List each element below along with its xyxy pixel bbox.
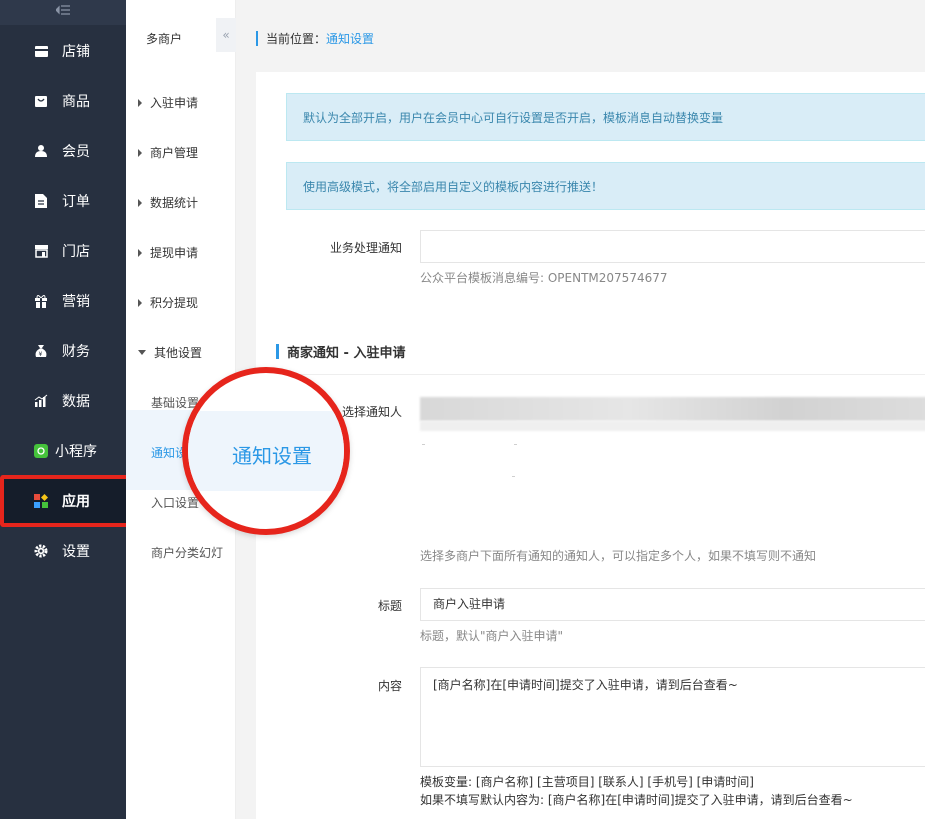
submenu-title: 多商户 [146,32,183,46]
menu-collapse-icon[interactable] [0,0,126,25]
sidebar-item-data[interactable]: 数据 [0,376,126,426]
breadcrumb-current[interactable]: 通知设置 [326,30,374,47]
sidebar-item-label: 会员 [62,144,90,160]
sidebar-item-goods[interactable]: 商品 [0,76,126,126]
gift-icon [33,293,49,309]
submenu-group-other[interactable]: 其他设置 [138,344,202,361]
notify-person-blur [420,421,925,431]
mini-program-icon [33,443,49,459]
sidebar-item-miniprogram[interactable]: 小程序 [0,426,126,476]
sidebar-item-orders[interactable]: 订单 [0,176,126,226]
caret-right-icon [138,148,142,157]
sidebar-item-label: 门店 [62,244,90,260]
breadcrumb: 当前位置： 通知设置 [256,30,374,47]
sidebar-item-label: 小程序 [55,444,97,460]
notify-person-hint: 选择多商户下面所有通知的通知人，可以指定多个人，如果不填写则不通知 [420,549,817,563]
content-panel: 默认为全部开启，用户在会员中心可自行设置是否开启，模板消息自动替换变量 使用高级… [256,72,925,819]
submenu-group-stats[interactable]: 数据统计 [138,194,198,211]
bar-chart-icon [33,393,49,409]
breadcrumb-bar [256,31,258,46]
user-icon [33,143,49,159]
sidebar-item-settings[interactable]: 设置 [0,526,126,576]
submenu-item-entry[interactable]: 入口设置 [151,494,199,511]
submenu-group-label: 其他设置 [154,346,203,360]
template-vars-hint: 模板变量: [商户名称] [主营项目] [联系人] [手机号] [申请时间] [420,775,754,789]
title-input[interactable]: 商户入驻申请 [420,588,925,621]
main-sidebar: 店铺 商品 会员 订单 门店 营销 ¥ 财务 数据 小程序 应用 设置 [0,0,126,819]
caret-right-icon [138,198,142,207]
sidebar-item-label: 数据 [62,394,90,410]
sidebar-item-label: 店铺 [62,44,90,60]
caret-right-icon [138,248,142,257]
submenu-group-label: 商户管理 [150,146,199,160]
sidebar-item-outlets[interactable]: 门店 [0,226,126,276]
sidebar-item-label: 财务 [62,344,90,360]
submenu-item-category-slides[interactable]: 商户分类幻灯 [151,544,223,561]
section-title-text: 商家通知 - 入驻申请 [287,346,406,361]
money-bag-icon: ¥ [33,343,49,359]
apps-highlight-box [0,475,133,527]
submenu-group-apply[interactable]: 入驻申请 [138,94,198,111]
title-label: 标题 [377,599,402,613]
document-icon [33,193,49,209]
section-title: 商家通知 - 入驻申请 [276,342,405,361]
caret-down-icon [138,350,146,355]
sidebar-item-label: 营销 [62,294,90,310]
submenu-collapse-button[interactable]: « [216,18,236,52]
business-notify-field[interactable] [420,230,925,263]
content-label: 内容 [377,679,402,693]
submenu-item-basic[interactable]: 基础设置 [151,394,199,411]
submenu-group-label: 入驻申请 [150,96,199,110]
breadcrumb-prefix: 当前位置： [266,32,327,46]
caret-right-icon [138,298,142,307]
submenu-group-points[interactable]: 积分提现 [138,294,198,311]
blur-artifact [422,444,425,445]
sidebar-item-store[interactable]: 店铺 [0,26,126,76]
sidebar-item-label: 设置 [62,544,90,560]
default-content-hint: 如果不填写默认内容为: [商户名称]在[申请时间]提交了入驻申请，请到后台查看~ [420,793,853,807]
zoom-callout: 通知设置 [182,367,350,535]
section-title-bar [276,344,279,359]
bag-icon [33,93,49,109]
section-divider [276,374,925,375]
title-hint: 标题，默认"商户入驻申请" [420,629,564,643]
sidebar-item-finance[interactable]: ¥ 财务 [0,326,126,376]
shop-icon [33,243,49,259]
store-icon [33,43,49,59]
notify-person-selector[interactable] [420,397,925,421]
content-textarea[interactable]: [商户名称]在[申请时间]提交了入驻申请，请到后台查看~ [420,667,925,767]
submenu-group-label: 数据统计 [150,196,199,210]
sidebar-item-members[interactable]: 会员 [0,126,126,176]
gear-icon [33,543,49,559]
zoom-callout-text: 通知设置 [232,444,312,468]
blur-artifact [514,444,517,445]
submenu-group-label: 提现申请 [150,246,199,260]
submenu-group-withdraw[interactable]: 提现申请 [138,244,198,261]
notice-default: 默认为全部开启，用户在会员中心可自行设置是否开启，模板消息自动替换变量 [286,93,925,141]
business-notify-hint: 公众平台模板消息编号: OPENTM207574677 [420,271,668,285]
app-root: 店铺 商品 会员 订单 门店 营销 ¥ 财务 数据 小程序 应用 设置 多商户 … [0,0,925,819]
sidebar-item-label: 订单 [62,194,90,210]
notice-advanced: 使用高级模式，将全部启用自定义的模板内容进行推送！ [286,162,925,210]
svg-text:¥: ¥ [39,351,43,358]
submenu-group-merchants[interactable]: 商户管理 [138,144,198,161]
caret-right-icon [138,98,142,107]
sidebar-item-marketing[interactable]: 营销 [0,276,126,326]
submenu-group-label: 积分提现 [150,296,199,310]
blur-artifact [512,476,515,477]
sidebar-item-label: 商品 [62,94,90,110]
business-notify-label: 业务处理通知 [329,241,402,255]
